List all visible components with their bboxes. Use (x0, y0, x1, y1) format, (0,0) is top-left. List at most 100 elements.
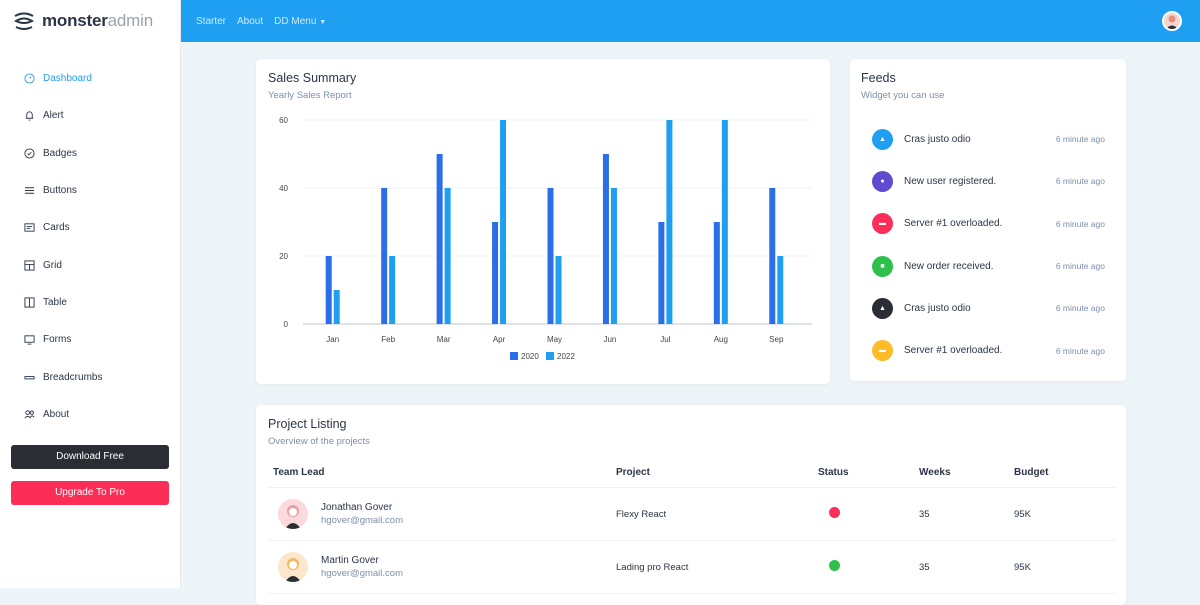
bag-icon: ■ (872, 255, 893, 277)
bar-2020-jul (658, 222, 665, 324)
sales-bar-chart: 0 20 40 60 Jan Feb Mar Apr May Jun Jul Aug Sep 2020 20… (279, 116, 812, 361)
sidebar-item-label: About (43, 408, 70, 420)
server-icon: ▬ (872, 213, 893, 235)
table-icon (22, 295, 36, 309)
bar-2020-sep (769, 188, 776, 324)
feeds-title: Feeds (861, 71, 896, 85)
x-tick-label: Jun (603, 335, 616, 344)
sidebar-item-table[interactable]: Table (0, 284, 180, 321)
nav-link-about[interactable]: About (237, 16, 263, 27)
sidebar-item-about[interactable]: About (0, 396, 180, 433)
feed-time: 6 minute ago (1055, 345, 1105, 356)
user-avatar[interactable] (1162, 11, 1182, 31)
x-tick-label: Aug (714, 335, 728, 344)
status-indicator-danger (829, 507, 840, 518)
feed-item[interactable]: ▬ Server #1 overloaded. 6 minute ago (861, 329, 1115, 371)
x-tick-label: Mar (437, 335, 451, 344)
budget-value: 95K (1009, 487, 1116, 541)
lead-email: hgover@gmail.com (321, 568, 403, 579)
sales-subtitle: Yearly Sales Report (268, 90, 352, 101)
sidebar-item-buttons[interactable]: Buttons (0, 172, 180, 209)
bar-2022-apr (500, 120, 507, 324)
bar-2022-jul (666, 120, 673, 324)
sidebar-item-badges[interactable]: Badges (0, 135, 180, 172)
feed-item[interactable]: ● New user registered. 6 minute ago (861, 160, 1115, 202)
budget-value: 95K (1009, 540, 1116, 594)
feed-time: 6 minute ago (1055, 176, 1105, 187)
feed-item[interactable]: ▲ Cras justo odio 6 minute ago (861, 287, 1115, 329)
column-header-project: Project (611, 467, 813, 488)
bell-icon (22, 109, 36, 123)
sidebar-item-grid[interactable]: Grid (0, 246, 180, 283)
projects-subtitle: Overview of the projects (268, 436, 370, 447)
sidebar-item-breadcrumbs[interactable]: Breadcrumbs (0, 358, 180, 395)
x-tick-label: Jan (326, 335, 339, 344)
nav-link-starter[interactable]: Starter (196, 16, 226, 27)
brand-logo[interactable]: monsteradmin (0, 0, 180, 42)
bar-2022-jan (333, 290, 340, 324)
brand-name: monsteradmin (42, 11, 153, 30)
y-tick-label: 0 (284, 320, 289, 329)
sales-summary-card: Sales Summary Yearly Sales Report 0 20 40 6… (256, 59, 830, 384)
x-tick-label: Feb (381, 335, 395, 344)
sidebar-item-label: Forms (43, 334, 72, 346)
download-free-button[interactable]: Download Free (11, 444, 169, 469)
dashboard-icon (22, 72, 36, 86)
y-tick-label: 40 (279, 184, 288, 193)
sidebar-item-alert[interactable]: Alert (0, 97, 180, 134)
y-tick-label: 60 (279, 116, 288, 125)
feeds-subtitle: Widget you can use (861, 90, 945, 101)
feed-time: 6 minute ago (1055, 134, 1105, 145)
lead-name: Jonathan Gover (321, 502, 393, 513)
lead-email: hgover@gmail.com (321, 515, 403, 526)
feed-item[interactable]: ▲ Cras justo odio 6 minute ago (861, 118, 1115, 160)
avatar (278, 552, 308, 582)
bar-2020-jun (602, 154, 609, 324)
sidebar-item-forms[interactable]: Forms (0, 321, 180, 358)
feed-text: Cras justo odio (904, 302, 971, 314)
project-name: Lading pro React (611, 540, 813, 594)
weeks-value: 35 (914, 487, 1009, 541)
sidebar-item-dashboard[interactable]: Dashboard (0, 60, 180, 97)
sidebar-item-label: Dashboard (43, 73, 92, 85)
sidebar-item-cards[interactable]: Cards (0, 209, 180, 246)
feed-item[interactable]: ▬ Server #1 overloaded. 6 minute ago (861, 203, 1115, 245)
x-tick-label: May (547, 335, 562, 344)
bar-2022-sep (777, 256, 784, 324)
status-indicator-success (829, 560, 840, 571)
caret-down-icon: ▼ (319, 18, 327, 26)
sales-title: Sales Summary (268, 71, 357, 85)
feed-text: Cras justo odio (904, 133, 971, 145)
upgrade-to-pro-button[interactable]: Upgrade To Pro (11, 480, 169, 505)
column-header-weeks: Weeks (914, 467, 1009, 488)
sidebar-item-label: Grid (43, 259, 62, 271)
bar-2022-mar (444, 188, 451, 324)
weeks-value: 35 (914, 540, 1009, 594)
sidebar: monsteradmin Dashboard Alert Badges Butt… (0, 0, 181, 588)
sidebar-nav: Dashboard Alert Badges Buttons Cards Gri… (0, 60, 180, 433)
legend-label: 2020 (521, 352, 539, 361)
table-row[interactable]: Martin Gover hgover@gmail.com Lading pro… (268, 540, 1116, 594)
bar-2020-feb (381, 188, 388, 324)
card-icon (22, 221, 36, 235)
bar-2020-jan (325, 256, 332, 324)
x-tick-label: Apr (493, 335, 506, 344)
bar-2022-feb (389, 256, 396, 324)
feed-time: 6 minute ago (1055, 303, 1105, 314)
y-tick-label: 20 (279, 252, 288, 261)
nav-link-dd-menu[interactable]: DD Menu ▼ (274, 16, 326, 27)
sidebar-item-label: Table (43, 296, 67, 308)
sidebar-item-label: Alert (43, 110, 64, 122)
monster-logo-icon (13, 12, 35, 30)
feed-time: 6 minute ago (1055, 218, 1105, 229)
bell-icon: ▲ (872, 128, 893, 150)
table-row[interactable]: Jonathan Gover hgover@gmail.com Flexy Re… (268, 487, 1116, 541)
bar-2020-may (547, 188, 554, 324)
users-icon (22, 407, 36, 421)
column-header-team-lead: Team Lead (268, 467, 611, 488)
form-icon (22, 333, 36, 347)
feed-item[interactable]: ■ New order received. 6 minute ago (861, 245, 1115, 287)
projects-title: Project Listing (268, 417, 347, 431)
legend-swatch-2020 (510, 352, 518, 360)
bar-2022-may (555, 256, 562, 324)
